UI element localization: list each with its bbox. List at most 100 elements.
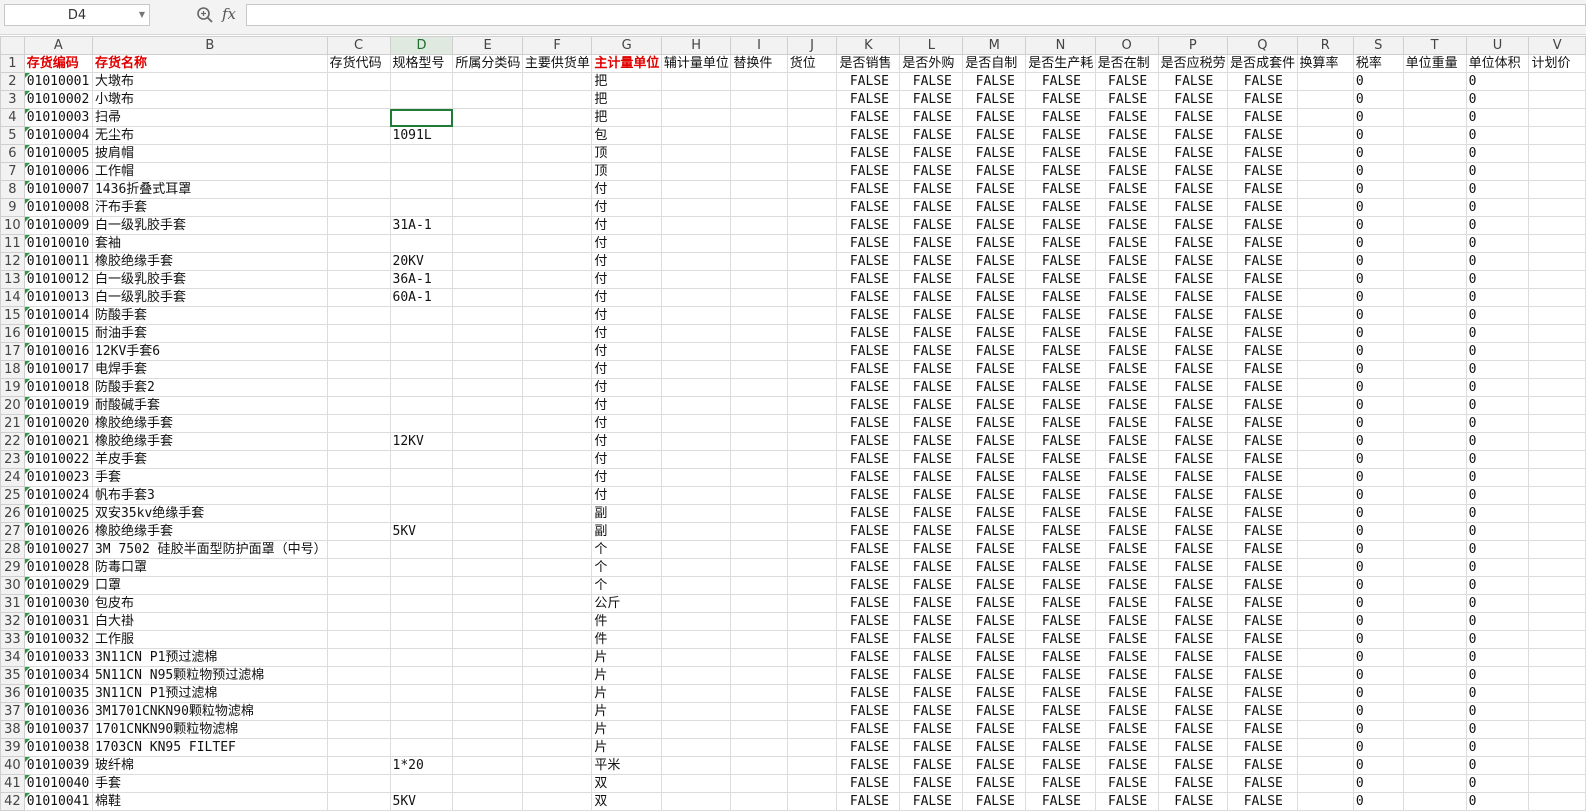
- cell[interactable]: 1091L: [389, 126, 454, 145]
- cell[interactable]: FALSE: [1025, 306, 1096, 325]
- row-header[interactable]: 10: [0, 216, 25, 235]
- cell[interactable]: [730, 486, 788, 505]
- cell[interactable]: [452, 270, 523, 289]
- cell[interactable]: [660, 612, 732, 631]
- cell[interactable]: [521, 540, 593, 559]
- cell[interactable]: [326, 288, 391, 307]
- cell[interactable]: 0: [1465, 720, 1530, 739]
- cell[interactable]: FALSE: [1094, 216, 1159, 235]
- cell[interactable]: 规格型号: [389, 54, 454, 73]
- cell[interactable]: [521, 738, 593, 757]
- cell[interactable]: [1296, 378, 1354, 397]
- cell[interactable]: [660, 792, 732, 811]
- cell[interactable]: 玻纤棉: [91, 756, 328, 775]
- cell[interactable]: [1296, 684, 1354, 703]
- cell[interactable]: FALSE: [836, 558, 901, 577]
- cell[interactable]: FALSE: [899, 252, 964, 271]
- cell[interactable]: 0: [1465, 396, 1530, 415]
- cell[interactable]: FALSE: [1227, 216, 1298, 235]
- cell[interactable]: FALSE: [1157, 414, 1229, 433]
- cell[interactable]: [660, 702, 732, 721]
- cell[interactable]: FALSE: [1025, 666, 1096, 685]
- cell[interactable]: 是否应税劳: [1157, 54, 1229, 73]
- cell[interactable]: [786, 486, 838, 505]
- cell[interactable]: FALSE: [899, 720, 964, 739]
- cell[interactable]: 白大褂: [91, 612, 328, 631]
- cell[interactable]: 0: [1465, 774, 1530, 793]
- cell[interactable]: [786, 288, 838, 307]
- cell[interactable]: FALSE: [1157, 72, 1229, 91]
- cell[interactable]: FALSE: [836, 432, 901, 451]
- cell[interactable]: FALSE: [836, 738, 901, 757]
- cell[interactable]: FALSE: [899, 108, 964, 127]
- cell[interactable]: [660, 666, 732, 685]
- cell[interactable]: 是否生产耗: [1025, 54, 1096, 73]
- cell[interactable]: FALSE: [1025, 792, 1096, 811]
- cell[interactable]: 0: [1352, 288, 1404, 307]
- cell[interactable]: [730, 306, 788, 325]
- cell[interactable]: [730, 756, 788, 775]
- cell[interactable]: [786, 594, 838, 613]
- cell[interactable]: 0: [1352, 558, 1404, 577]
- cell[interactable]: 公斤: [591, 594, 662, 613]
- cell[interactable]: FALSE: [962, 558, 1027, 577]
- cell[interactable]: FALSE: [962, 108, 1027, 127]
- cell[interactable]: 0: [1465, 576, 1530, 595]
- cell[interactable]: FALSE: [899, 432, 964, 451]
- cell[interactable]: [452, 450, 523, 469]
- cell[interactable]: [326, 414, 391, 433]
- cell[interactable]: FALSE: [899, 522, 964, 541]
- cell[interactable]: [1402, 792, 1467, 811]
- cell[interactable]: 0: [1352, 612, 1404, 631]
- cell[interactable]: [326, 630, 391, 649]
- cell[interactable]: 替换件: [730, 54, 788, 73]
- cell[interactable]: FALSE: [1094, 324, 1159, 343]
- cell[interactable]: [660, 198, 732, 217]
- cell[interactable]: 是否自制: [962, 54, 1027, 73]
- cell[interactable]: 01010014: [23, 306, 93, 325]
- cell[interactable]: FALSE: [1157, 360, 1229, 379]
- cell[interactable]: 01010030: [23, 594, 93, 613]
- cell[interactable]: 付: [591, 270, 662, 289]
- cell[interactable]: FALSE: [1227, 702, 1298, 721]
- cell[interactable]: FALSE: [1025, 108, 1096, 127]
- cell[interactable]: 付: [591, 396, 662, 415]
- cell[interactable]: 01010012: [23, 270, 93, 289]
- cell[interactable]: FALSE: [1227, 666, 1298, 685]
- column-header-a[interactable]: A: [23, 36, 93, 55]
- cell[interactable]: [1402, 756, 1467, 775]
- row-header[interactable]: 33: [0, 630, 25, 649]
- cell[interactable]: FALSE: [1157, 486, 1229, 505]
- cell[interactable]: [1296, 666, 1354, 685]
- cell[interactable]: FALSE: [1025, 648, 1096, 667]
- cell[interactable]: [521, 720, 593, 739]
- cell[interactable]: 套袖: [91, 234, 328, 253]
- cell[interactable]: 0: [1465, 234, 1530, 253]
- cell[interactable]: 顶: [591, 144, 662, 163]
- cell[interactable]: [1296, 558, 1354, 577]
- cell[interactable]: FALSE: [836, 234, 901, 253]
- cell[interactable]: [730, 72, 788, 91]
- cell[interactable]: 01010034: [23, 666, 93, 685]
- cell[interactable]: [326, 126, 391, 145]
- cell[interactable]: 0: [1465, 792, 1530, 811]
- cell[interactable]: FALSE: [1025, 360, 1096, 379]
- cell[interactable]: [521, 774, 593, 793]
- cell[interactable]: [1296, 720, 1354, 739]
- cell[interactable]: [452, 594, 523, 613]
- cell[interactable]: 0: [1352, 684, 1404, 703]
- cell[interactable]: [730, 378, 788, 397]
- cell[interactable]: [1528, 414, 1586, 433]
- cell[interactable]: FALSE: [1025, 522, 1096, 541]
- cell[interactable]: FALSE: [962, 594, 1027, 613]
- cell[interactable]: [452, 162, 523, 181]
- cell[interactable]: [521, 468, 593, 487]
- cell[interactable]: [660, 360, 732, 379]
- cell[interactable]: 0: [1465, 684, 1530, 703]
- cell[interactable]: [1528, 324, 1586, 343]
- cell[interactable]: 0: [1465, 540, 1530, 559]
- cell[interactable]: 工作帽: [91, 162, 328, 181]
- cell[interactable]: [730, 180, 788, 199]
- select-all-corner[interactable]: [0, 36, 25, 55]
- cell[interactable]: 01010023: [23, 468, 93, 487]
